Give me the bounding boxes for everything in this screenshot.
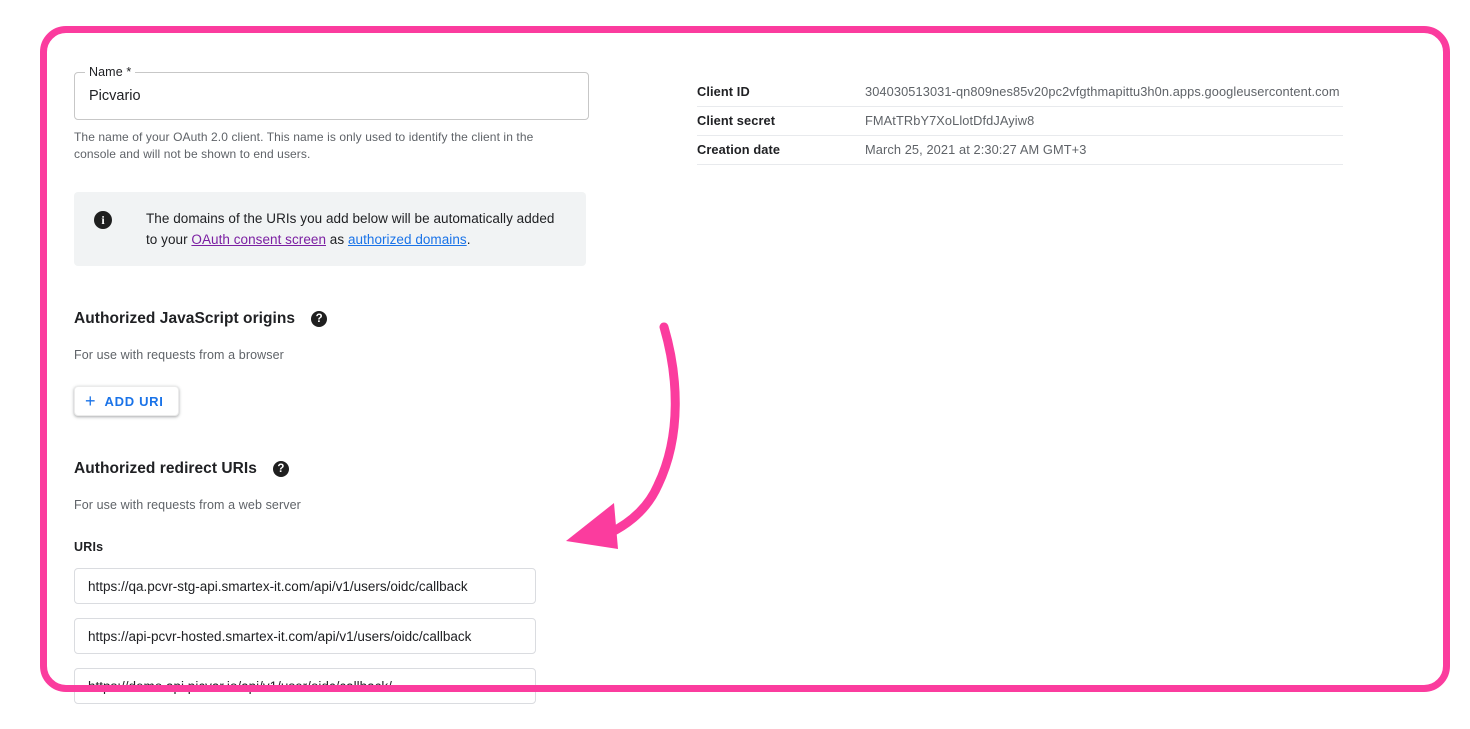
redirect-uris-subtitle: For use with requests from a web server xyxy=(74,498,301,512)
add-uri-button-label: ADD URI xyxy=(104,393,164,409)
client-secret-label: Client secret xyxy=(697,106,865,136)
page-canvas: Name * The name of your OAuth 2.0 client… xyxy=(0,0,1470,729)
javascript-origins-heading-row: Authorized JavaScript origins ? xyxy=(74,310,589,328)
name-field-helper-text: The name of your OAuth 2.0 client. This … xyxy=(74,130,534,161)
client-credentials-table: Client ID 304030513031-qn809nes85v20pc2v… xyxy=(697,78,1343,165)
uri-input-3[interactable] xyxy=(74,668,536,704)
javascript-origins-title: Authorized JavaScript origins xyxy=(74,310,296,327)
name-input[interactable] xyxy=(75,73,588,119)
table-row: Client ID 304030513031-qn809nes85v20pc2v… xyxy=(697,78,1343,107)
javascript-origins-section: Authorized JavaScript origins ? For use … xyxy=(74,310,589,416)
uri-input-1[interactable] xyxy=(74,568,536,604)
oauth-consent-screen-link[interactable]: OAuth consent screen xyxy=(191,232,326,247)
info-text-after: . xyxy=(466,232,471,247)
add-uri-button[interactable]: + ADD URI xyxy=(74,386,179,416)
plus-icon: + xyxy=(85,391,96,411)
domains-info-text: The domains of the URIs you add below wi… xyxy=(146,208,568,250)
info-icon: i xyxy=(94,211,112,229)
redirect-uris-section: Authorized redirect URIs ? For use with … xyxy=(74,460,589,704)
domains-info-banner: i The domains of the URIs you add below … xyxy=(74,192,586,266)
redirect-uris-heading-row: Authorized redirect URIs ? xyxy=(74,460,589,478)
table-row: Client secret FMAtTRbY7XoLlotDfdJAyiw8 xyxy=(697,106,1343,136)
client-secret-value: FMAtTRbY7XoLlotDfdJAyiw8 xyxy=(865,106,1343,136)
javascript-origins-subtitle: For use with requests from a browser xyxy=(74,348,284,362)
uris-label: URIs xyxy=(74,540,104,554)
help-icon[interactable]: ? xyxy=(311,311,328,327)
client-id-label: Client ID xyxy=(697,78,865,107)
help-icon[interactable]: ? xyxy=(272,461,289,477)
creation-date-value: March 25, 2021 at 2:30:27 AM GMT+3 xyxy=(865,135,1343,165)
creation-date-label: Creation date xyxy=(697,135,865,165)
name-field-container[interactable]: Name * xyxy=(74,65,589,120)
client-settings-column: Name * The name of your OAuth 2.0 client… xyxy=(74,65,589,704)
table-row: Creation date March 25, 2021 at 2:30:27 … xyxy=(697,135,1343,165)
authorized-domains-link[interactable]: authorized domains xyxy=(348,232,467,247)
uri-input-2[interactable] xyxy=(74,618,536,654)
client-id-value: 304030513031-qn809nes85v20pc2vfgthmapitt… xyxy=(865,78,1343,107)
redirect-uris-title: Authorized redirect URIs xyxy=(74,460,257,477)
info-text-middle: as xyxy=(326,232,348,247)
